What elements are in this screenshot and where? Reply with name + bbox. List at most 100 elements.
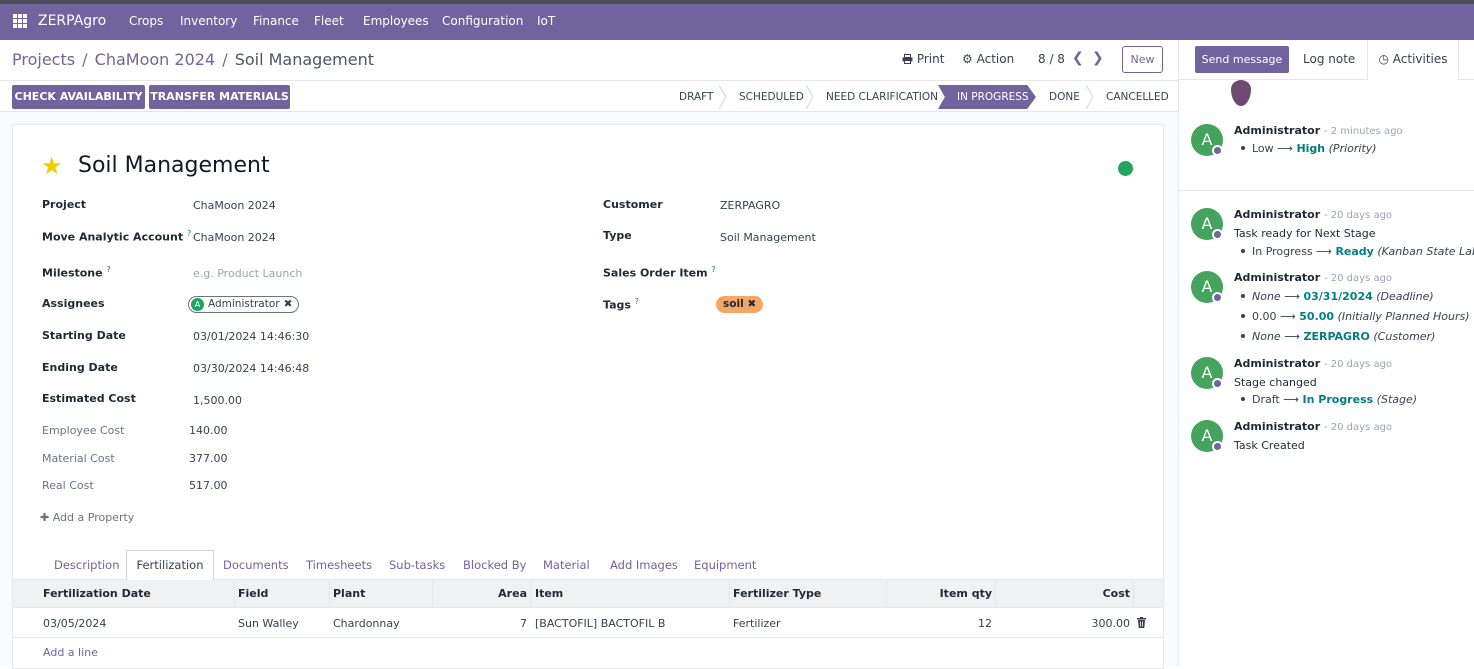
message-body: Stage changed [1234, 376, 1317, 389]
tracking-value: Low ⟶ High (Priority) [1241, 142, 1377, 155]
form-sheet: ★ Soil Management Project ChaMoon 2024 M… [12, 124, 1164, 669]
type-field[interactable]: Soil Management [720, 231, 816, 244]
arrow-right-icon: ⟶ [1283, 393, 1300, 406]
tab-equipment[interactable]: Equipment [694, 558, 756, 572]
column-divider [886, 580, 887, 608]
estimated-cost-field[interactable]: 1,500.00 [193, 394, 242, 407]
customer-field[interactable]: ZERPAGRO [720, 199, 780, 212]
menu-configuration[interactable]: Configuration [442, 14, 523, 28]
column-plant[interactable]: Plant [333, 587, 365, 600]
column-fertilizer-type[interactable]: Fertilizer Type [733, 587, 821, 600]
stage-cancelled[interactable]: CANCELLED [1106, 85, 1169, 109]
chevron-right-icon[interactable]: ❯ [1092, 50, 1104, 66]
cell-field[interactable]: Sun Walley [238, 617, 299, 630]
message-author[interactable]: Administrator - 20 days ago [1234, 357, 1392, 370]
ending-date-label: Ending Date [42, 361, 118, 374]
column-divider [329, 580, 330, 608]
cell-area[interactable]: 7 [520, 617, 527, 630]
message-author[interactable]: Administrator - 2 minutes ago [1234, 124, 1403, 137]
message-author[interactable]: Administrator - 20 days ago [1234, 420, 1392, 433]
add-line-button[interactable]: Add a line [43, 646, 98, 659]
presence-icon [1212, 378, 1223, 389]
presence-icon [1212, 292, 1223, 303]
breadcrumb-projects[interactable]: Projects [12, 50, 75, 69]
table-row[interactable]: 03/05/2024 Sun Walley Chardonnay 7 [BACT… [13, 608, 1163, 638]
tracking-value: None ⟶ 03/31/2024 (Deadline) [1241, 290, 1434, 303]
log-note-button[interactable]: Log note [1303, 52, 1355, 66]
stage-need-clarification[interactable]: NEED CLARIFICATION [826, 85, 938, 109]
stage-done[interactable]: DONE [1049, 85, 1080, 109]
stage-scheduled[interactable]: SCHEDULED [739, 85, 804, 109]
cell-fertilization-date[interactable]: 03/05/2024 [43, 617, 106, 630]
menu-finance[interactable]: Finance [253, 14, 299, 28]
tab-blocked-by[interactable]: Blocked By [463, 558, 526, 572]
message-author[interactable]: Administrator - 20 days ago [1234, 271, 1392, 284]
chevron-left-icon[interactable]: ❮ [1072, 50, 1084, 66]
trash-icon[interactable] [1137, 617, 1146, 628]
tab-timesheets[interactable]: Timesheets [306, 558, 372, 572]
new-button[interactable]: New [1122, 46, 1163, 73]
message-body: Task ready for Next Stage [1234, 227, 1376, 240]
remove-icon[interactable]: ✖ [747, 298, 756, 310]
tab-documents[interactable]: Documents [223, 558, 289, 572]
action-button[interactable]: ⚙ Action [962, 52, 1014, 66]
tab-add-images[interactable]: Add Images [610, 558, 678, 572]
menu-iot[interactable]: IoT [537, 14, 555, 28]
menu-crops[interactable]: Crops [129, 14, 163, 28]
activities-button[interactable]: ◷ Activities [1367, 40, 1459, 81]
cell-plant[interactable]: Chardonnay [333, 617, 400, 630]
menu-inventory[interactable]: Inventory [180, 14, 237, 28]
check-availability-button[interactable]: CHECK AVAILABILITY [12, 85, 145, 109]
menu-employees[interactable]: Employees [363, 14, 429, 28]
stage-draft[interactable]: DRAFT [679, 85, 713, 109]
column-field[interactable]: Field [238, 587, 268, 600]
milestone-label: Milestone ? [42, 265, 111, 280]
assignee-tag[interactable]: A Administrator ✖ [188, 296, 300, 313]
starting-date-field[interactable]: 03/01/2024 14:46:30 [193, 330, 309, 343]
cell-item-qty[interactable]: 12 [978, 617, 992, 630]
tab-description[interactable]: Description [54, 558, 120, 572]
tracking-value: 0.00 ⟶ 50.00 (Initially Planned Hours) [1241, 310, 1470, 323]
cell-cost[interactable]: 300.00 [1092, 617, 1131, 630]
brand-name[interactable]: ZERPAgro [38, 13, 106, 29]
project-field[interactable]: ChaMoon 2024 [193, 199, 276, 212]
tab-fertilization[interactable]: Fertilization [126, 550, 214, 581]
breadcrumb-project[interactable]: ChaMoon 2024 [95, 50, 215, 69]
task-title[interactable]: Soil Management [78, 153, 270, 178]
avatar: A [191, 298, 204, 311]
transfer-materials-button[interactable]: TRANSFER MATERIALS [149, 85, 290, 109]
star-icon[interactable]: ★ [41, 152, 63, 180]
divider [1179, 190, 1474, 191]
kanban-state-icon[interactable] [1118, 161, 1133, 176]
top-navbar: ZERPAgro Crops Inventory Finance Fleet E… [0, 0, 1474, 40]
drop-shape [1231, 80, 1251, 106]
message-author[interactable]: Administrator - 20 days ago [1234, 208, 1392, 221]
pager-value[interactable]: 8 / 8 [1038, 52, 1065, 66]
add-property-button[interactable]: ✚ Add a Property [40, 511, 134, 524]
stage-divider [1086, 85, 1094, 109]
apps-grid-icon[interactable] [13, 14, 27, 28]
column-area[interactable]: Area [498, 587, 527, 600]
ending-date-field[interactable]: 03/30/2024 14:46:48 [193, 362, 309, 375]
tag-soil[interactable]: soil ✖ [716, 296, 764, 313]
milestone-field[interactable]: e.g. Product Launch [193, 267, 302, 280]
menu-fleet[interactable]: Fleet [314, 14, 344, 28]
plus-icon: ✚ [40, 511, 50, 524]
employee-cost-value: 140.00 [189, 424, 228, 437]
analytic-account-field[interactable]: ChaMoon 2024 [193, 231, 276, 244]
remove-icon[interactable]: ✖ [284, 297, 293, 312]
column-cost[interactable]: Cost [1103, 587, 1130, 600]
tab-sub-tasks[interactable]: Sub-tasks [389, 558, 445, 572]
print-button[interactable]: Print [902, 52, 944, 66]
printer-icon [902, 54, 913, 64]
cell-item[interactable]: [BACTOFIL] BACTOFIL B [535, 617, 665, 630]
cell-fertilizer-type[interactable]: Fertilizer [733, 617, 781, 630]
column-item-qty[interactable]: Item qty [940, 587, 992, 600]
send-message-button[interactable]: Send message [1195, 46, 1289, 73]
column-divider [729, 580, 730, 608]
stage-in-progress[interactable]: IN PROGRESS [957, 85, 1029, 109]
column-item[interactable]: Item [535, 587, 563, 600]
column-fertilization-date[interactable]: Fertilization Date [43, 587, 151, 600]
tab-material[interactable]: Material [543, 558, 590, 572]
form-area: Projects / ChaMoon 2024 / Soil Managemen… [0, 40, 1178, 669]
